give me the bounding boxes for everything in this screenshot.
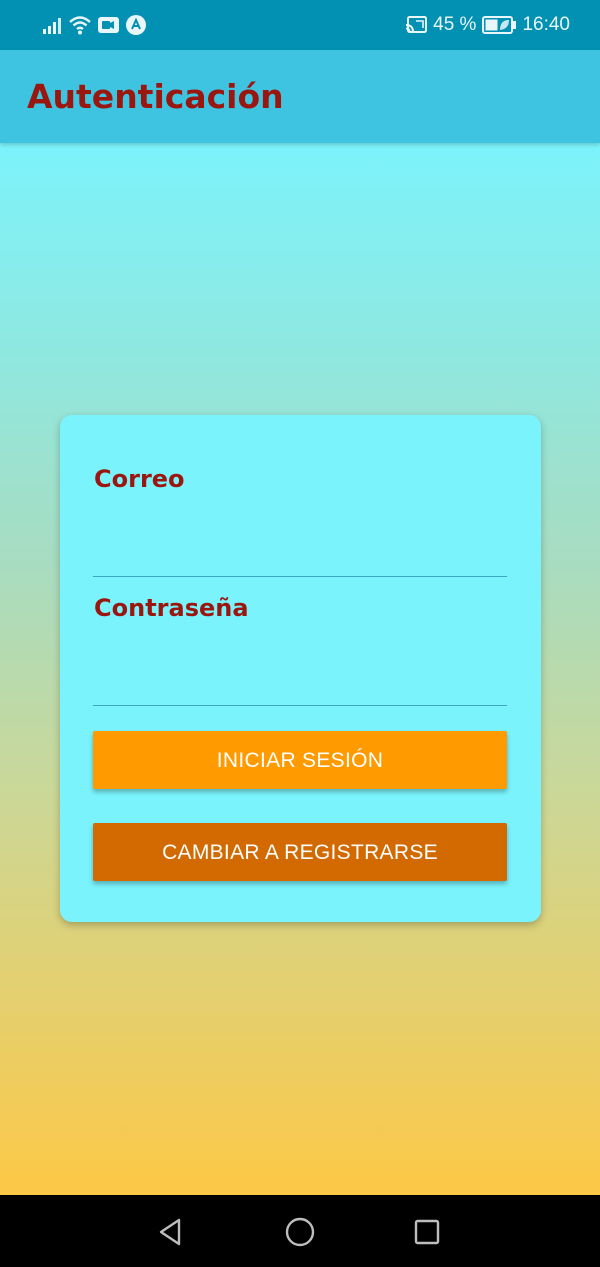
- status-left-icons: [42, 14, 146, 36]
- status-right-icons: 45 % 16:40: [405, 13, 570, 37]
- app-notification-icon: [126, 15, 146, 35]
- navigation-bar: [0, 1195, 600, 1267]
- password-label: Contraseña: [94, 594, 249, 622]
- page-title: Autenticación: [27, 77, 284, 116]
- battery-icon: [482, 16, 517, 34]
- status-bar: 45 % 16:40: [0, 0, 600, 50]
- cast-icon: [406, 16, 428, 33]
- wifi-icon: [69, 16, 91, 35]
- login-card: Correo Contraseña INICIAR SESIÓN CAMBIAR…: [60, 415, 541, 922]
- recents-icon[interactable]: [410, 1215, 444, 1249]
- main-content: Correo Contraseña INICIAR SESIÓN CAMBIAR…: [0, 143, 600, 1195]
- email-field[interactable]: [93, 516, 507, 577]
- home-icon[interactable]: [283, 1215, 317, 1249]
- app-bar: Autenticación: [0, 50, 600, 143]
- back-icon[interactable]: [154, 1215, 188, 1249]
- clock: 16:40: [522, 14, 570, 35]
- email-label: Correo: [94, 465, 185, 493]
- signal-icon: [43, 18, 61, 34]
- video-call-icon: [98, 17, 119, 33]
- password-field[interactable]: [93, 645, 507, 706]
- login-button[interactable]: INICIAR SESIÓN: [93, 731, 507, 789]
- battery-percent: 45 %: [433, 14, 477, 35]
- switch-to-register-button[interactable]: CAMBIAR A REGISTRARSE: [93, 823, 507, 881]
